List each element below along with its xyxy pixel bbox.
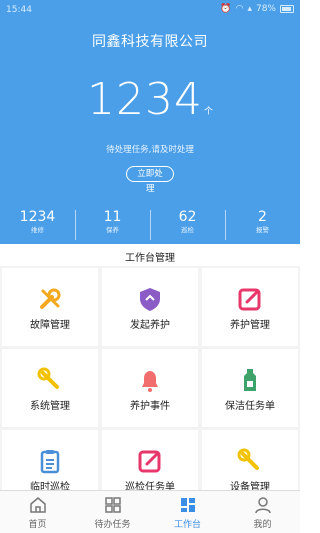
wrench-icon — [237, 448, 259, 470]
grid-item-fault-management[interactable]: 故障管理 — [2, 268, 98, 346]
user-icon — [254, 497, 271, 514]
stat-label: 报警 — [256, 226, 269, 234]
pending-count-unit: 个 — [203, 107, 213, 117]
section-title: 工作台管理 — [125, 253, 175, 264]
tab-label: 工作台 — [173, 520, 201, 530]
stat-maintenance[interactable]: 11 保养 — [75, 208, 150, 244]
stat-label: 巡检 — [181, 226, 194, 234]
signal-icon: ▴ — [247, 4, 252, 14]
stat-repair[interactable]: 1234 维修 — [0, 208, 75, 244]
wifi-icon: ◠ — [235, 4, 244, 14]
tab-label: 待办任务 — [94, 520, 131, 530]
tab-todo[interactable]: 待办任务 — [75, 491, 150, 533]
wrench-icon — [37, 367, 59, 389]
wrench-icon — [40, 288, 61, 309]
bottle-icon — [244, 369, 256, 391]
grid-item-label: 保洁任务单 — [225, 401, 275, 412]
status-time: 15:44 — [6, 5, 32, 15]
grid-item-maintenance-management[interactable]: 养护管理 — [202, 268, 298, 346]
stat-value: 1234 — [19, 209, 56, 225]
home-icon — [29, 497, 46, 513]
handle-now-button-wrap[interactable]: 理 — [146, 182, 155, 194]
stat-inspection[interactable]: 62 巡检 — [150, 208, 225, 244]
grid-item-label: 发起养护 — [130, 320, 170, 331]
pending-count-value: 1234 — [87, 74, 203, 125]
workbench-grid: 故障管理 发起养护 养护管理 系统管理 养护事件 保洁任务单 临时巡检 巡检任务… — [0, 266, 300, 508]
tab-label: 首页 — [28, 520, 47, 530]
dashboard-icon — [180, 498, 195, 512]
pending-hint: 待处理任务,请及时处理 — [106, 145, 194, 155]
alarm-icon: ⏰ — [220, 4, 232, 14]
grid-icon — [104, 497, 121, 513]
grid-item-label: 故障管理 — [30, 320, 70, 331]
handle-now-button[interactable]: 立即处 — [126, 166, 174, 182]
status-bar: 15:44 ⏰ ◠ ▴ 78% — [0, 0, 300, 20]
bottom-tab-bar: 首页 待办任务 工作台 我的 — [0, 490, 300, 533]
stat-alarm[interactable]: 2 报警 — [225, 208, 300, 244]
battery-icon — [280, 5, 294, 13]
shield-icon — [140, 288, 160, 311]
stats-row: 1234 维修 11 保养 62 巡检 2 报警 — [0, 208, 300, 244]
clipboard-icon — [40, 450, 60, 474]
stat-value: 2 — [258, 209, 267, 225]
tab-mine[interactable]: 我的 — [225, 491, 300, 533]
grid-item-label: 系统管理 — [30, 401, 70, 412]
stat-label: 保养 — [106, 226, 119, 234]
edit-icon — [238, 288, 261, 311]
grid-item-maintenance-events[interactable]: 养护事件 — [102, 349, 198, 427]
status-icons: ⏰ ◠ ▴ 78% — [220, 4, 294, 14]
grid-item-start-maintenance[interactable]: 发起养护 — [102, 268, 198, 346]
stat-value: 11 — [103, 209, 122, 225]
stat-label: 维修 — [31, 226, 44, 234]
grid-item-label: 养护管理 — [230, 320, 270, 331]
bell-icon — [142, 371, 158, 392]
battery-text: 78% — [255, 4, 276, 14]
grid-item-cleaning-tasks[interactable]: 保洁任务单 — [202, 349, 298, 427]
tab-workbench[interactable]: 工作台 — [150, 491, 225, 533]
header-panel: 15:44 ⏰ ◠ ▴ 78% 同鑫科技有限公司 1234个 待处理任务,请及时… — [0, 0, 300, 244]
pending-count: 1234个 — [0, 74, 300, 125]
stat-value: 62 — [178, 209, 197, 225]
edit-icon — [138, 450, 161, 473]
tab-home[interactable]: 首页 — [0, 491, 75, 533]
tab-label: 我的 — [253, 520, 272, 530]
grid-item-system-management[interactable]: 系统管理 — [2, 349, 98, 427]
company-name: 同鑫科技有限公司 — [92, 34, 208, 50]
grid-item-label: 养护事件 — [130, 401, 170, 412]
